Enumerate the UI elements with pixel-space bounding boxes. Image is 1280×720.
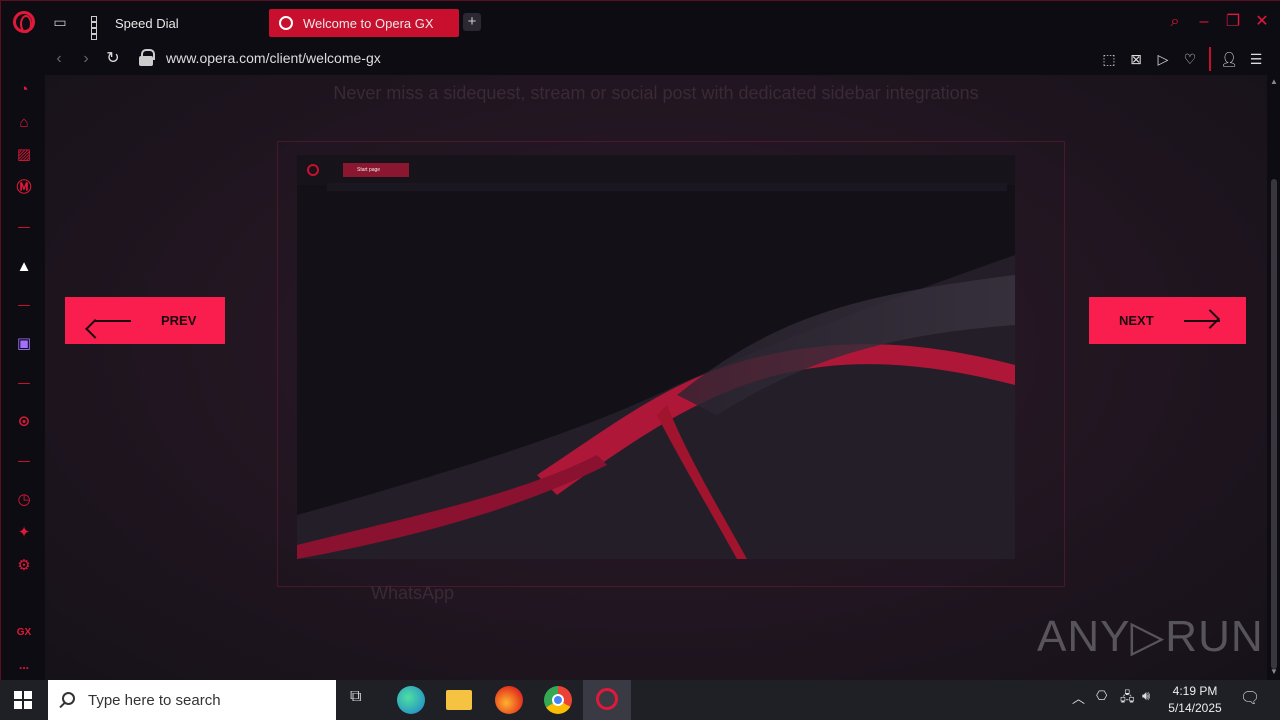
opera-menu-icon[interactable] — [13, 11, 35, 33]
clock-time: 4:19 PM — [1172, 684, 1218, 698]
notifications-icon[interactable]: 🗨︎ — [1240, 688, 1260, 708]
arrow-left-icon — [95, 319, 131, 322]
meet-now-icon[interactable]: ⎔ — [1096, 688, 1107, 704]
firefox-icon[interactable] — [495, 686, 523, 714]
chrome-icon[interactable] — [544, 686, 572, 714]
url-field[interactable]: www.opera.com/client/welcome-gx — [166, 50, 381, 66]
windows-start-icon[interactable] — [14, 691, 32, 709]
speed-dial-icon — [91, 16, 105, 40]
page-subtitle: Never miss a sidequest, stream or social… — [333, 83, 979, 103]
browser-preview-image: Start page — [297, 155, 1015, 559]
lock-icon[interactable] — [139, 49, 155, 67]
sidebar-divider — [18, 383, 30, 384]
opera-tab-icon — [279, 16, 293, 30]
browser-window: ▭ Speed Dial Welcome to Opera GX + ⌕ – ❐… — [0, 0, 1280, 681]
tab-strip: ▭ Speed Dial Welcome to Opera GX + ⌕ – ❐… — [1, 1, 1280, 43]
prev-label: PREV — [161, 313, 197, 328]
preview-url-bar — [327, 183, 1007, 191]
search-tabs-icon[interactable]: ⌕ — [1164, 11, 1186, 33]
opera-gx-taskbar-active[interactable] — [583, 680, 631, 720]
extensions-icon[interactable]: ✦ — [14, 523, 34, 543]
mixes-icon[interactable]: Ⓜ — [14, 178, 34, 198]
system-clock[interactable]: 4:19 PM 5/14/2025 — [1160, 683, 1230, 717]
network-icon[interactable]: 🖧︎ — [1120, 688, 1135, 710]
divider — [1209, 47, 1211, 71]
scroll-thumb[interactable] — [1271, 179, 1277, 669]
send-icon[interactable]: ▷ — [1153, 49, 1173, 69]
reload-button[interactable]: ↻ — [103, 49, 123, 69]
task-view-icon[interactable]: ⧉ — [350, 688, 361, 706]
page-scrollbar[interactable]: ▲ ▼ — [1267, 75, 1280, 681]
sidebar-divider — [18, 461, 30, 462]
next-label: NEXT — [1119, 313, 1154, 328]
prev-button[interactable]: PREV — [65, 297, 225, 344]
windows-taskbar: Type here to search ⧉ ︿ ⎔ 🖧︎ 🔊︎ 4:19 PM … — [0, 680, 1280, 720]
snapshot-icon[interactable]: ⬚ — [1099, 49, 1119, 69]
file-explorer-icon[interactable] — [446, 690, 472, 710]
heart-icon[interactable]: ♡ — [1180, 49, 1200, 69]
back-button[interactable]: ‹ — [49, 49, 69, 69]
address-bar-row: ‹ › ↻ www.opera.com/client/welcome-gx ⬚ … — [1, 43, 1280, 75]
edge-icon[interactable] — [397, 686, 425, 714]
more-icon[interactable]: ... — [14, 655, 34, 675]
adblock-icon[interactable]: ⊠ — [1126, 49, 1146, 69]
preview-tab: Start page — [343, 163, 409, 177]
preview-tab-bar: Start page — [297, 155, 1015, 185]
wave-artwork — [297, 255, 1015, 559]
welcome-page: Never miss a sidequest, stream or social… — [45, 75, 1267, 681]
twitch-icon[interactable]: ▣ — [14, 334, 34, 354]
sidebar-divider — [18, 305, 30, 306]
gx-label[interactable]: GX — [14, 623, 34, 643]
clock-date: 5/14/2025 — [1168, 701, 1222, 715]
sidebar: ◔ ⌂ ▨ Ⓜ ▲ ▣ ⊙ ◷ ✦ ⚙ GX ... — [1, 75, 45, 681]
minimize-button[interactable]: – — [1193, 11, 1215, 33]
cleaner-icon[interactable]: ▨ — [14, 145, 34, 165]
search-icon — [62, 692, 75, 705]
player-icon[interactable]: ⊙ — [14, 412, 34, 432]
restore-button[interactable]: ❐ — [1222, 11, 1244, 33]
anyrun-watermark: ANY▷RUN — [1037, 612, 1264, 661]
tab-label: Speed Dial — [115, 15, 179, 31]
aria-icon[interactable]: ▲ — [14, 257, 34, 277]
tray-overflow-icon[interactable]: ︿ — [1072, 688, 1085, 707]
easy-setup-icon[interactable]: ☰ — [1246, 49, 1266, 69]
profile-icon[interactable]: 👤︎ — [1219, 49, 1239, 69]
scroll-down-icon[interactable]: ▼ — [1269, 667, 1279, 676]
close-button[interactable]: ✕ — [1251, 11, 1273, 33]
taskbar-search-box[interactable]: Type here to search — [48, 680, 336, 720]
next-button[interactable]: NEXT — [1089, 297, 1246, 344]
search-placeholder: Type here to search — [88, 691, 221, 709]
preview-logo-icon — [307, 164, 319, 176]
sidebar-divider — [18, 227, 30, 228]
scroll-up-icon[interactable]: ▲ — [1269, 77, 1279, 86]
forward-button[interactable]: › — [76, 49, 96, 69]
gx-corner-icon[interactable]: ⌂ — [14, 113, 34, 133]
whatsapp-ghost-label: WhatsApp — [371, 583, 455, 603]
new-tab-button[interactable]: + — [463, 13, 481, 31]
tab-label: Welcome to Opera GX — [303, 15, 434, 31]
tab-speed-dial[interactable]: Speed Dial — [81, 9, 261, 40]
volume-icon[interactable]: 🔊︎ — [1142, 688, 1150, 704]
speed-gauge-icon[interactable]: ◔ — [14, 80, 34, 100]
arrow-right-icon — [1183, 319, 1220, 322]
settings-icon[interactable]: ⚙ — [14, 556, 34, 576]
gx-control-icon[interactable]: ▭ — [51, 13, 69, 31]
history-icon[interactable]: ◷ — [14, 490, 34, 510]
tab-welcome-gx[interactable]: Welcome to Opera GX — [269, 9, 459, 37]
